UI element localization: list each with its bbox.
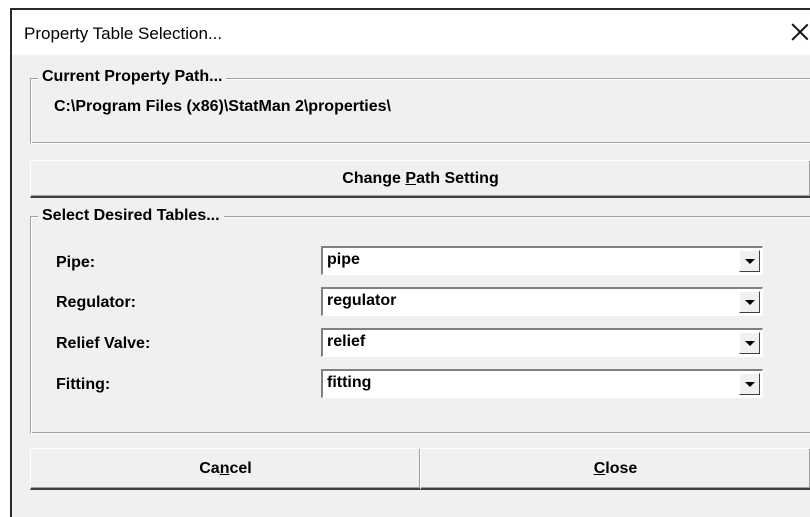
fitting-select-value: fitting — [327, 374, 372, 391]
close-button[interactable]: Close — [420, 448, 810, 490]
fitting-select[interactable]: fitting — [321, 369, 763, 398]
cancel-label-pre: Ca — [199, 459, 220, 477]
chevron-down-icon[interactable] — [739, 250, 760, 272]
regulator-select-value: regulator — [327, 292, 397, 309]
relief-valve-select-value: relief — [327, 333, 366, 350]
fitting-label: Fitting: — [56, 376, 111, 393]
regulator-select[interactable]: regulator — [321, 287, 763, 316]
pipe-label: Pipe: — [56, 254, 96, 271]
cancel-label-post: cel — [229, 459, 252, 477]
property-table-dialog: Property Table Selection... Current Prop… — [10, 8, 810, 517]
cancel-button[interactable]: Ca n cel — [30, 448, 422, 490]
chevron-down-icon[interactable] — [739, 291, 760, 313]
change-path-label-post: ath Setting — [416, 169, 499, 187]
chevron-down-icon[interactable] — [739, 332, 760, 354]
chevron-down-icon[interactable] — [739, 373, 760, 395]
change-path-label-pre: Change — [342, 169, 406, 187]
change-path-button[interactable]: Change Path Setting — [30, 160, 810, 198]
pipe-select[interactable]: pipe — [321, 246, 763, 275]
current-path-value: C:\Program Files (x86)\StatMan 2\propert… — [54, 98, 391, 115]
current-path-legend: Current Property Path... — [38, 68, 227, 86]
cancel-label-key: n — [219, 459, 230, 477]
close-label-key: C — [593, 459, 606, 477]
close-label-post: lose — [605, 459, 638, 477]
title-bar: Property Table Selection... — [12, 10, 810, 55]
relief-valve-label: Relief Valve: — [56, 335, 151, 352]
change-path-label-key: P — [405, 169, 417, 187]
window-title: Property Table Selection... — [24, 24, 223, 43]
tables-legend: Select Desired Tables... — [38, 207, 224, 225]
relief-valve-select[interactable]: relief — [321, 328, 763, 357]
regulator-label: Regulator: — [56, 294, 136, 311]
pipe-select-value: pipe — [327, 251, 360, 268]
close-icon[interactable] — [788, 18, 810, 46]
